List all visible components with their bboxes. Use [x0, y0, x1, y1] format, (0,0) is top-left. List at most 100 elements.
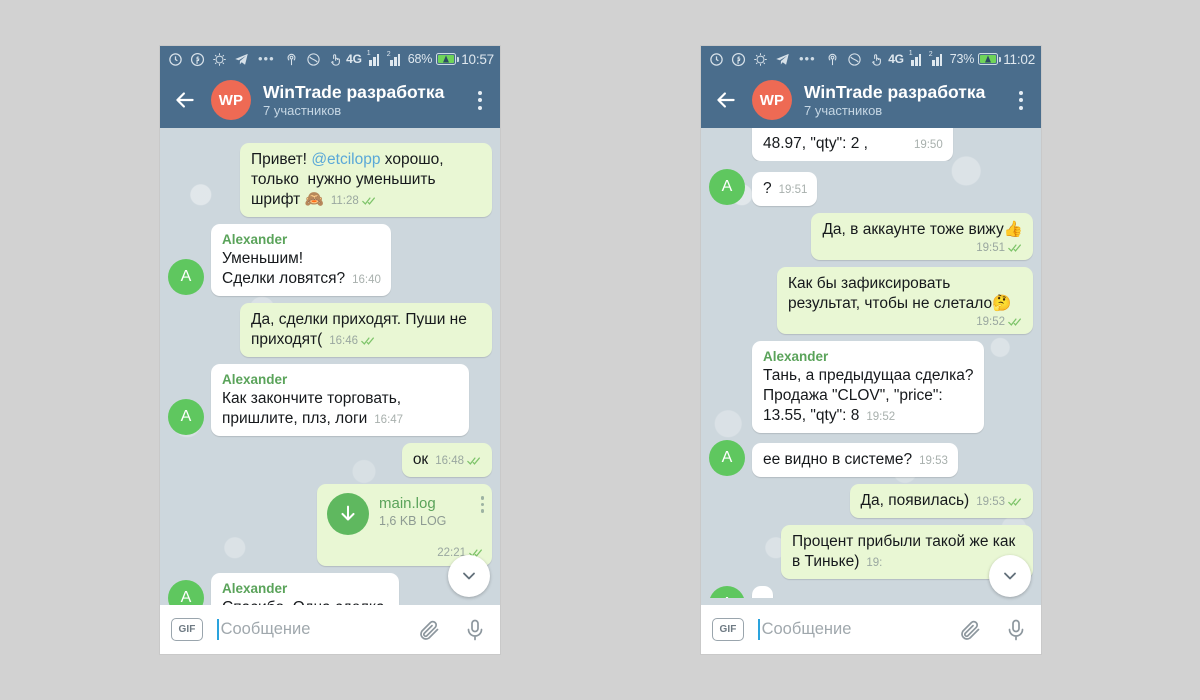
message-meta: 19:51	[822, 241, 1023, 254]
clipped-message-top	[168, 128, 492, 136]
chat-message-list[interactable]: 48.97, "qty": 2 , 19:50 A ? 19:51 Да, в ак…	[701, 128, 1041, 605]
microphone-icon[interactable]	[1004, 618, 1028, 642]
file-name[interactable]: main.log	[379, 494, 471, 513]
message-time: 19:53	[919, 455, 948, 467]
sender-avatar[interactable]: A	[709, 586, 745, 598]
message-text: Процент прибыли такой же как в Тиньке)	[792, 533, 1020, 570]
group-avatar[interactable]: WP	[752, 80, 792, 120]
message-bubble-incoming[interactable]: Alexander Как закончите торговать, пришл…	[211, 364, 469, 436]
message-meta: 16:48	[435, 451, 482, 471]
message-meta: 16:46	[329, 331, 376, 351]
message-bubble-incoming[interactable]: Alexander Спасибо. Одна сделка.	[211, 573, 399, 605]
location-icon	[287, 53, 296, 65]
message-bubble-incoming[interactable]: ее видно в системе? 19:53	[752, 443, 958, 477]
paperclip-icon[interactable]	[958, 618, 982, 642]
message-time: 19:	[866, 557, 883, 569]
chat-title-block[interactable]: WinTrade разработка 7 участников	[263, 82, 470, 119]
sender-avatar[interactable]: A	[709, 169, 745, 205]
message-text: ок	[412, 451, 429, 468]
message-bubble-incoming[interactable]: Alexander Уменьшим! Сделки ловятся? 16:40	[211, 224, 391, 296]
message-time: 19:52	[866, 411, 896, 423]
chat-title: WinTrade разработка	[804, 81, 986, 102]
paperclip-icon[interactable]	[417, 618, 441, 642]
signal-bars-sim1-icon: 1	[366, 50, 383, 66]
phone-screenshot-left: ••• 4G 1 2 68% 10:57 WP WinTrade разрабо…	[160, 46, 500, 654]
message-bubble-incoming[interactable]	[752, 586, 773, 598]
message-meta: 11:28	[331, 191, 377, 211]
double-check-icon	[467, 457, 480, 465]
message-bubble-outgoing[interactable]: ок 16:48	[401, 443, 492, 477]
message-input[interactable]: Сообщение	[760, 620, 958, 639]
message-author: Alexander	[222, 232, 288, 247]
message-bubble-incoming[interactable]: 48.97, "qty": 2 , 19:50	[752, 128, 953, 161]
sim1-label: 1	[366, 50, 371, 57]
message-bubble-outgoing[interactable]: Да, сделки приходят. Пуши не приходят(16…	[240, 303, 492, 357]
chat-header: WP WinTrade разработка 7 участников	[160, 72, 500, 128]
double-check-icon	[1008, 244, 1021, 252]
sync-icon	[307, 52, 320, 66]
message-bubble-incoming[interactable]: Alexander Тань, а предыдущаа сделка? Про…	[752, 341, 984, 433]
vk-icon	[754, 52, 767, 66]
download-arrow-icon[interactable]	[327, 493, 369, 535]
kebab-menu-icon[interactable]	[470, 90, 490, 110]
message-bubble-outgoing[interactable]: Да, в аккаунте тоже вижу👍 19:51	[811, 213, 1033, 260]
file-menu-icon[interactable]	[480, 493, 484, 513]
messages-container: Привет! @etcilopp хорошо, только нужно у…	[168, 128, 492, 605]
message-row: A ? 19:51	[709, 169, 1033, 206]
screenshot-canvas: ••• 4G 1 2 68% 10:57 WP WinTrade разрабо…	[0, 0, 1200, 700]
message-bubble-outgoing[interactable]: Как бы зафиксировать результат, чтобы не…	[777, 267, 1033, 334]
double-check-icon	[1008, 318, 1021, 326]
scroll-to-bottom-button[interactable]	[448, 555, 490, 597]
more-dots-icon: •••	[799, 51, 816, 66]
status-bar-system-icons: 4G 1 2 68% 10:57	[346, 50, 494, 67]
status-bar: ••• 4G 1 2 68% 10:57	[160, 46, 500, 72]
message-meta: 19:52	[866, 407, 895, 427]
microphone-icon[interactable]	[463, 618, 487, 642]
signal-bars-sim2-icon: 2	[387, 51, 404, 66]
message-bubble-incoming[interactable]: ? 19:51	[752, 172, 818, 206]
message-row: A Alexander Как закончите торговать, при…	[168, 364, 492, 436]
sender-avatar[interactable]: A	[168, 580, 204, 605]
message-input-bar: GIF Сообщение	[160, 605, 500, 654]
sender-avatar[interactable]: A	[168, 399, 204, 435]
message-bubble-outgoing[interactable]: Да, появилась) 19:53	[849, 484, 1033, 518]
mention-link[interactable]: @etcilopp	[311, 151, 380, 168]
location-icon	[828, 53, 837, 65]
message-bubble-file[interactable]: main.log 1,6 KB LOG 22:21	[317, 484, 492, 566]
message-meta: 16:47	[374, 410, 403, 430]
signal-bars-sim2-icon: 2	[929, 51, 946, 66]
chevron-down-icon	[1004, 572, 1016, 580]
back-arrow-icon[interactable]	[172, 87, 198, 113]
messages-container: 48.97, "qty": 2 , 19:50 A ? 19:51 Да, в ак…	[709, 128, 1033, 598]
message-text-pre: Привет!	[251, 151, 312, 168]
chat-subtitle: 7 участников	[804, 102, 883, 118]
message-row: A ее видно в системе? 19:53	[709, 440, 1033, 477]
battery-percent-label: 73%	[949, 52, 975, 66]
message-text: Как бы зафиксировать результат, чтобы не…	[788, 275, 1012, 312]
message-input[interactable]: Сообщение	[219, 620, 417, 639]
back-arrow-icon[interactable]	[713, 87, 739, 113]
group-avatar[interactable]: WP	[211, 80, 251, 120]
chat-title-block[interactable]: WinTrade разработка 7 участников	[804, 82, 1011, 119]
status-bar-clock: 10:57	[461, 51, 494, 67]
gif-button[interactable]: GIF	[712, 618, 744, 641]
scroll-to-bottom-button[interactable]	[989, 555, 1031, 597]
file-info: main.log 1,6 KB LOG	[379, 493, 471, 530]
message-time: 19:51	[778, 184, 808, 196]
more-dots-icon: •••	[258, 51, 275, 66]
message-text: 48.97, "qty": 2 ,	[763, 135, 868, 152]
facebook-icon	[731, 52, 746, 66]
battery-icon	[436, 53, 459, 65]
kebab-menu-icon[interactable]	[1011, 90, 1031, 110]
sender-avatar[interactable]: A	[168, 259, 204, 295]
vk-icon	[213, 52, 226, 66]
chat-message-list[interactable]: Привет! @etcilopp хорошо, только нужно у…	[160, 128, 500, 605]
message-bubble-outgoing[interactable]: Привет! @etcilopp хорошо, только нужно у…	[240, 143, 492, 217]
chat-subtitle: 7 участников	[263, 102, 342, 118]
gif-button[interactable]: GIF	[171, 618, 203, 641]
message-row: Да, появилась) 19:53	[709, 484, 1033, 518]
message-row: Да, сделки приходят. Пуши не приходят(16…	[168, 303, 492, 357]
message-meta: 19:50	[914, 135, 943, 155]
sender-avatar[interactable]: A	[709, 440, 745, 476]
battery-icon	[978, 53, 1001, 65]
